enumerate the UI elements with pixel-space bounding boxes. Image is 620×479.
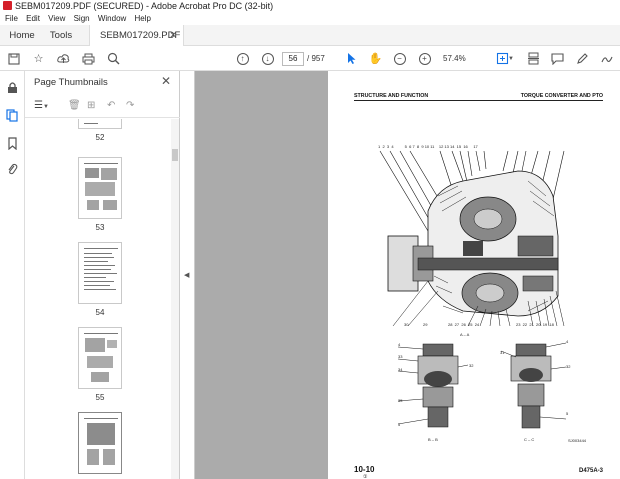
callout-cc-4: 4 xyxy=(566,339,569,344)
callout-cc-31: 31 xyxy=(500,350,505,355)
page-number-input[interactable]: 56 xyxy=(282,52,304,66)
page-footer-right: D475A-3 xyxy=(578,468,603,474)
options-icon[interactable]: ☰▼ xyxy=(34,100,49,111)
callout-29: 29 xyxy=(423,322,428,327)
thumbnail-label: 54 xyxy=(95,308,105,317)
panel-toolbar: ☰▼ 🗑 ⊞ ↶ ↷ xyxy=(25,96,180,118)
section-label-aa: A – A xyxy=(460,332,470,337)
callout-bb-32: 32 xyxy=(469,363,474,368)
thumbnail-page[interactable] xyxy=(78,119,122,129)
section-cc-drawing xyxy=(500,342,567,429)
search-zoom-icon[interactable] xyxy=(104,49,123,68)
attachment-icon[interactable] xyxy=(4,163,20,179)
close-tab-icon[interactable]: ✕ xyxy=(169,25,177,46)
callout-cc-5: 5 xyxy=(566,411,569,416)
thumbnail-label: 52 xyxy=(95,133,105,142)
panel-title: Page Thumbnails xyxy=(34,77,108,88)
thumbnail-page[interactable] xyxy=(78,157,122,219)
thumbnail-label: 55 xyxy=(95,393,105,402)
menu-window[interactable]: Window xyxy=(98,14,126,23)
close-panel-icon[interactable]: ✕ xyxy=(161,74,171,88)
redo-icon[interactable]: ↷ xyxy=(126,100,134,111)
lock-icon[interactable] xyxy=(4,81,20,97)
zoom-in-icon[interactable]: + xyxy=(415,49,434,68)
upload-icon[interactable] xyxy=(54,49,73,68)
pdf-page: STRUCTURE AND FUNCTION TORQUE CONVERTER … xyxy=(328,71,620,479)
section-label-cc: C – C xyxy=(524,437,535,442)
collapse-left-icon[interactable]: ◀ xyxy=(184,271,189,279)
pen-icon[interactable] xyxy=(573,49,592,68)
insert-icon[interactable]: ⊞ xyxy=(87,100,95,111)
figure-code: SJ003444 xyxy=(568,438,587,443)
select-arrow-icon[interactable] xyxy=(342,49,361,68)
menu-view[interactable]: View xyxy=(48,14,65,23)
acrobat-app-icon xyxy=(3,1,12,10)
page-footer-left: 10-10 xyxy=(354,465,375,474)
sign-icon[interactable] xyxy=(598,49,617,68)
hand-icon[interactable]: ✋ xyxy=(366,49,385,68)
thumbnail-scrollbar[interactable] xyxy=(171,119,179,479)
scrollbar-thumb[interactable] xyxy=(172,149,178,161)
thumbnail-page[interactable] xyxy=(78,327,122,389)
torque-converter-drawing xyxy=(379,150,565,327)
thumbnail-page-current[interactable] xyxy=(78,412,122,474)
undo-icon[interactable]: ↶ xyxy=(107,100,115,111)
trash-icon[interactable]: 🗑 xyxy=(68,100,81,111)
page-thumbnails-panel: Page Thumbnails ✕ ☰▼ 🗑 ⊞ ↶ ↷ 52 53 54 55 xyxy=(25,71,180,479)
thumbnail-list: 52 53 54 55 xyxy=(25,119,171,479)
thumbnail-page[interactable] xyxy=(78,242,122,304)
zoom-value: 57.4% xyxy=(443,54,466,63)
tab-tools[interactable]: Tools xyxy=(47,25,75,46)
callouts-right: 23 22 21 20 19 18 xyxy=(516,322,554,327)
page-footer-sub: ① xyxy=(363,474,368,479)
window-titlebar: SEBM017209.PDF (SECURED) - Adobe Acrobat… xyxy=(0,0,620,13)
section-bb-drawing xyxy=(397,343,469,428)
bookmark-icon[interactable] xyxy=(4,137,20,153)
panel-collapse-bar[interactable]: ◀ xyxy=(180,71,195,479)
zoom-out-icon[interactable]: − xyxy=(390,49,409,68)
tab-home[interactable]: Home xyxy=(6,25,38,46)
menu-edit[interactable]: Edit xyxy=(26,14,40,23)
star-icon[interactable]: ☆ xyxy=(29,49,48,68)
callout-bb-33: 33 xyxy=(398,354,403,359)
menu-file[interactable]: File xyxy=(5,14,18,23)
zoom-level[interactable]: 57.4% ▼ xyxy=(443,52,473,77)
next-page-icon[interactable]: ↓ xyxy=(258,49,277,68)
thumbnails-icon[interactable] xyxy=(4,109,20,125)
prev-page-icon[interactable]: ↑ xyxy=(233,49,252,68)
page-header-left: STRUCTURE AND FUNCTION xyxy=(354,93,429,99)
callout-bb-4: 4 xyxy=(398,342,401,347)
callout-bb-34: 34 xyxy=(398,367,403,372)
menu-sign[interactable]: Sign xyxy=(74,14,90,23)
save-icon[interactable] xyxy=(4,49,23,68)
menu-bar: File Edit View Sign Window Help xyxy=(0,13,620,25)
document-viewer[interactable]: STRUCTURE AND FUNCTION TORQUE CONVERTER … xyxy=(195,71,620,479)
menu-help[interactable]: Help xyxy=(135,14,151,23)
callouts-middle: 28 27 26 25 24 xyxy=(448,322,480,327)
callout-bb-5: 5 xyxy=(398,422,401,427)
header-rule xyxy=(354,100,603,101)
tab-document[interactable]: SEBM017209.PDF (... ✕ xyxy=(89,25,184,62)
callout-30: 30 xyxy=(404,322,409,327)
print-icon[interactable] xyxy=(79,49,98,68)
tab-bar: Home Tools SEBM017209.PDF (... ✕ xyxy=(0,25,620,62)
thumbnail-label: 53 xyxy=(95,223,105,232)
main-toolbar: ☆ ↑ ↓ 56 / 957 ✋ − + 57.4% ▼ ▼ xyxy=(0,46,620,77)
scroll-mode-icon[interactable] xyxy=(524,49,543,68)
callout-bb-35: 35 xyxy=(398,398,403,403)
page-total: / 957 xyxy=(307,54,325,63)
callout-cc-32: 32 xyxy=(566,364,571,369)
fit-dropdown-icon[interactable]: ▼ xyxy=(507,49,515,68)
page-header-right: TORQUE CONVERTER AND PTO xyxy=(520,93,603,99)
section-label-bb: B – B xyxy=(428,437,438,442)
navigation-icon-strip xyxy=(0,71,25,479)
comment-icon[interactable] xyxy=(548,49,567,68)
window-title: SEBM017209.PDF (SECURED) - Adobe Acrobat… xyxy=(15,1,274,11)
